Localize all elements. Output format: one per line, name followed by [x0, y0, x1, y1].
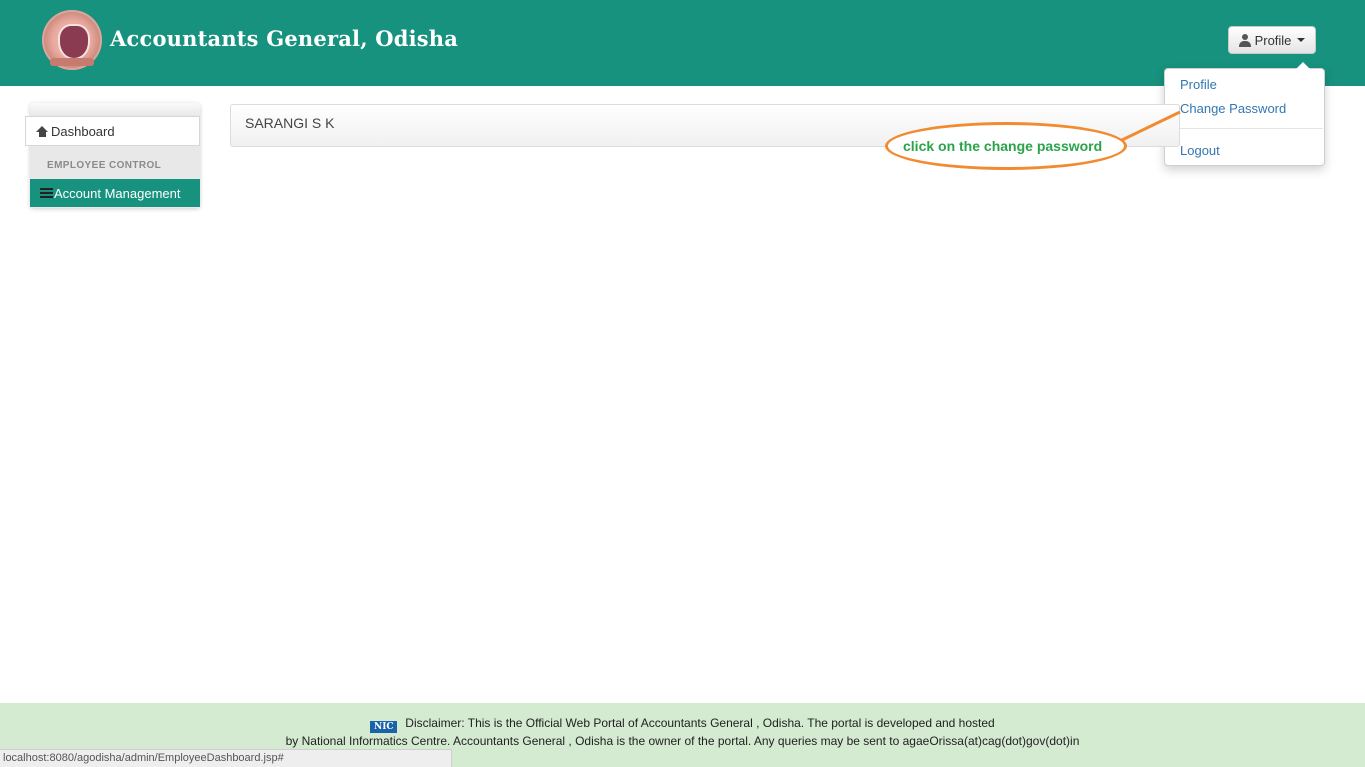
- footer-text-line1: Disclaimer: This is the Official Web Por…: [405, 716, 995, 730]
- footer-disclaimer-line1: NIC Disclaimer: This is the Official Web …: [0, 716, 1365, 733]
- sidebar-section-title: EMPLOYEE CONTROL: [47, 160, 162, 171]
- browser-status-bar: localhost:8080/agodisha/admin/EmployeeDa…: [0, 749, 452, 767]
- dropdown-item-logout[interactable]: Logout: [1180, 143, 1220, 158]
- nic-logo: NIC: [370, 721, 398, 733]
- annotation-text: click on the change password: [903, 138, 1103, 154]
- dropdown-item-change-password[interactable]: Change Password: [1180, 101, 1286, 116]
- sidebar: Dashboard EMPLOYEE CONTROL Account Manag…: [25, 103, 200, 208]
- profile-dropdown-menu: Profile Change Password Logout: [1164, 62, 1325, 166]
- list-icon: [40, 188, 53, 198]
- sidebar-item-account-management[interactable]: Account Management: [30, 179, 200, 207]
- profile-button-label: Profile: [1254, 32, 1292, 48]
- user-icon: [1238, 33, 1251, 47]
- top-header: Accountants General, Odisha Profile: [0, 0, 1365, 86]
- dropdown-divider: [1166, 128, 1323, 129]
- profile-button[interactable]: Profile: [1228, 26, 1316, 54]
- sidebar-item-dashboard[interactable]: Dashboard: [25, 116, 200, 146]
- emblem-logo: [42, 10, 102, 70]
- dropdown-item-profile[interactable]: Profile: [1180, 77, 1217, 92]
- footer-disclaimer-line2: by National Informatics Centre. Accounta…: [285, 734, 1080, 748]
- sidebar-item-label: Dashboard: [51, 123, 115, 139]
- app-title: Accountants General, Odisha: [110, 26, 459, 51]
- home-icon: [36, 125, 49, 137]
- user-name: SARANGI S K: [245, 115, 335, 131]
- sidebar-item-label: Account Management: [54, 185, 181, 201]
- caret-down-icon: [1297, 38, 1306, 42]
